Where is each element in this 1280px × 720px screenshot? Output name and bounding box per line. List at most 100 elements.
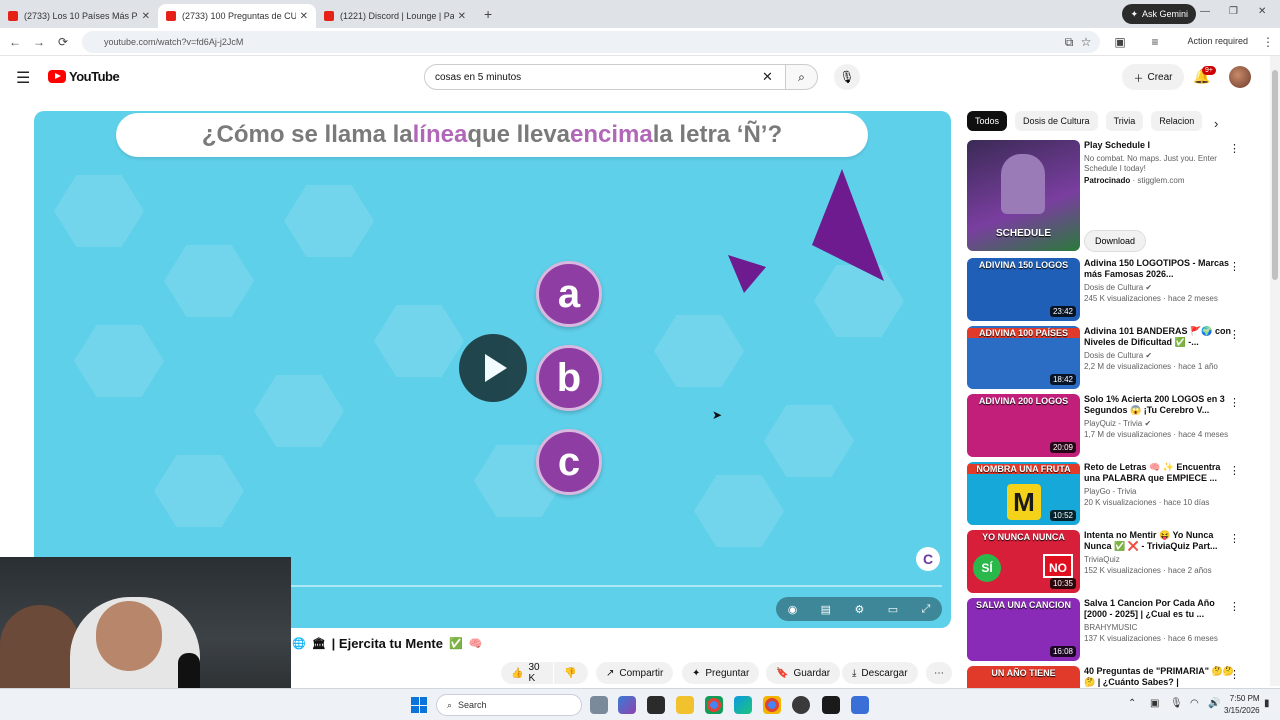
chevron-right-icon[interactable]: › (1214, 116, 1218, 131)
video-thumbnail[interactable]: SALVA UNA CANCION 16:08 (967, 598, 1080, 661)
video-thumbnail[interactable]: YO NUNCA NUNCA SÍ NO 10:35 (967, 530, 1080, 593)
address-bar[interactable]: youtube.com/watch?v=fd6Aj-j2JcM (82, 31, 1100, 53)
item-menu-icon[interactable]: ⋮ (1229, 328, 1240, 341)
sponsored-ad[interactable]: SCHEDULE Play Schedule I No combat. No m… (967, 140, 1257, 255)
chip-trivia[interactable]: Trivia (1105, 111, 1144, 131)
chrome-icon[interactable] (705, 696, 723, 714)
hamburger-menu-icon[interactable]: ☰ (16, 68, 30, 88)
channel-name[interactable]: BRAHYMUSIC (1084, 623, 1234, 632)
action-required-label[interactable]: Action required (1187, 36, 1248, 46)
related-video[interactable]: NOMBRA UNA FRUTA M 10:52 Reto de Letras … (967, 462, 1257, 526)
related-video[interactable]: ADIVINA 100 PAÍSES 18:42 Adivina 101 BAN… (967, 326, 1257, 390)
maximize-icon[interactable]: ❐ (1229, 6, 1238, 17)
play-overlay-icon[interactable] (459, 334, 527, 402)
item-menu-icon[interactable]: ⋮ (1229, 668, 1240, 681)
tray-mic-icon[interactable]: 🎙 (1170, 698, 1183, 709)
chip-dosis-de-cultura[interactable]: Dosis de Cultura (1015, 111, 1098, 131)
channel-name[interactable]: TriviaQuiz (1084, 555, 1234, 564)
ad-download-button[interactable]: Download (1084, 230, 1147, 252)
ad-thumbnail[interactable]: SCHEDULE (967, 140, 1080, 251)
close-tab-icon[interactable]: ✕ (300, 11, 308, 22)
back-icon[interactable]: ← (3, 35, 27, 49)
chip-relacionados[interactable]: Relacion (1151, 111, 1203, 131)
autoplay-toggle-icon[interactable]: ◉ (788, 603, 798, 616)
create-button[interactable]: ＋ Crear (1122, 64, 1184, 90)
item-menu-icon[interactable]: ⋮ (1229, 600, 1240, 613)
video-thumbnail[interactable]: NOMBRA UNA FRUTA M 10:52 (967, 462, 1080, 525)
search-button[interactable]: ⌕ (786, 64, 818, 90)
close-tab-icon[interactable]: ✕ (142, 11, 150, 22)
tray-app-icon[interactable]: ▣ (1150, 698, 1159, 709)
video-player[interactable]: ¿Cómo se llama la línea que lleva encima… (34, 111, 951, 628)
download-button[interactable]: ⤓ Descargar (842, 662, 918, 684)
app-icon-2[interactable] (851, 696, 869, 714)
clear-search-icon[interactable]: ✕ (762, 69, 773, 85)
item-menu-icon[interactable]: ⋮ (1229, 396, 1240, 409)
page-scrollbar-thumb[interactable] (1272, 70, 1278, 280)
share-button[interactable]: ↗ Compartir (596, 662, 674, 684)
ask-button[interactable]: ✦ Preguntar (682, 662, 760, 684)
video-thumbnail[interactable]: UN AÑO TIENE (967, 666, 1080, 688)
task-view-icon[interactable] (590, 696, 608, 714)
search-input[interactable]: cosas en 5 minutos (424, 64, 786, 90)
windows-start-icon[interactable] (411, 697, 427, 713)
subtitles-icon[interactable]: ▤ (821, 603, 831, 616)
more-actions-button[interactable]: ⋯ (926, 662, 952, 684)
dislike-button[interactable]: 👎 (554, 662, 588, 684)
channel-name[interactable]: Dosis de Cultura (1084, 283, 1143, 292)
sidebar-icon[interactable]: ▣ (1108, 35, 1132, 49)
new-tab-icon[interactable]: + (484, 6, 492, 22)
video-thumbnail[interactable]: ADIVINA 200 LOGOS 20:09 (967, 394, 1080, 457)
forward-icon[interactable]: → (27, 35, 51, 49)
edge-icon[interactable] (734, 696, 752, 714)
video-thumbnail[interactable]: ADIVINA 150 LOGOS 23:42 (967, 258, 1080, 321)
close-tab-icon[interactable]: ✕ (458, 11, 466, 22)
volume-icon[interactable]: 🔊 (1208, 698, 1220, 709)
tray-chevron-icon[interactable]: ⌃ (1128, 698, 1136, 709)
notification-center-icon[interactable]: ▮ (1264, 698, 1270, 709)
obs-icon[interactable] (792, 696, 810, 714)
voice-search-button[interactable]: 🎙 (834, 64, 860, 90)
item-menu-icon[interactable]: ⋮ (1229, 142, 1240, 155)
chrome-active-icon[interactable] (763, 696, 781, 714)
theater-mode-icon[interactable]: ▭ (888, 603, 898, 616)
fullscreen-icon[interactable]: ⤢ (921, 603, 930, 616)
item-menu-icon[interactable]: ⋮ (1229, 464, 1240, 477)
browser-tab-2[interactable]: (2733) 100 Preguntas de CU ✕ (158, 4, 316, 28)
app-icon[interactable] (822, 696, 840, 714)
youtube-logo[interactable]: YouTube (48, 69, 120, 84)
menu-kebab-icon[interactable]: ⋮ (1256, 35, 1280, 49)
like-button[interactable]: 👍 30 K (501, 662, 553, 684)
item-menu-icon[interactable]: ⋮ (1229, 532, 1240, 545)
video-thumbnail[interactable]: ADIVINA 100 PAÍSES 18:42 (967, 326, 1080, 389)
copilot-icon[interactable] (618, 696, 636, 714)
taskbar-clock[interactable]: 7:50 PM 3/15/2026 (1224, 693, 1260, 717)
close-window-icon[interactable]: ✕ (1258, 6, 1266, 17)
item-menu-icon[interactable]: ⋮ (1229, 260, 1240, 273)
chip-todos[interactable]: Todos (967, 111, 1008, 131)
bookmark-star-icon[interactable]: ☆ (1074, 35, 1098, 49)
file-explorer-icon[interactable] (676, 696, 694, 714)
related-video[interactable]: YO NUNCA NUNCA SÍ NO 10:35 Intenta no Me… (967, 530, 1257, 594)
channel-watermark[interactable]: C (916, 547, 940, 571)
store-icon[interactable] (647, 696, 665, 714)
media-icon[interactable]: ≡ (1143, 35, 1167, 49)
channel-name[interactable]: Dosis de Cultura (1084, 351, 1143, 360)
channel-name[interactable]: PlayGo - Trivia (1084, 487, 1234, 496)
browser-tab-3[interactable]: (1221) Discord | Lounge | Pa ✕ (316, 4, 474, 28)
minimize-icon[interactable]: — (1200, 6, 1210, 17)
reload-icon[interactable]: ⟳ (51, 35, 75, 49)
ask-gemini-button[interactable]: ✦ Ask Gemini (1122, 4, 1196, 24)
taskbar-search[interactable]: ⌕ Search (436, 694, 582, 716)
settings-gear-icon[interactable]: ⚙ (854, 603, 864, 616)
related-video[interactable]: UN AÑO TIENE 40 Preguntas de "PRIMARIA" … (967, 666, 1257, 688)
account-avatar[interactable] (1229, 66, 1251, 88)
related-video[interactable]: SALVA UNA CANCION 16:08 Salva 1 Cancion … (967, 598, 1257, 662)
save-button[interactable]: 🔖 Guardar (766, 662, 841, 684)
progress-bar[interactable] (290, 585, 942, 587)
wifi-icon[interactable]: ◠ (1190, 698, 1199, 709)
browser-tab-1[interactable]: (2733) Los 10 Países Más Peligr ✕ (0, 4, 158, 28)
channel-name[interactable]: PlayQuiz - Trivia (1084, 419, 1142, 428)
related-video[interactable]: ADIVINA 200 LOGOS 20:09 Solo 1% Acierta … (967, 394, 1257, 458)
related-video[interactable]: ADIVINA 150 LOGOS 23:42 Adivina 150 LOGO… (967, 258, 1257, 322)
